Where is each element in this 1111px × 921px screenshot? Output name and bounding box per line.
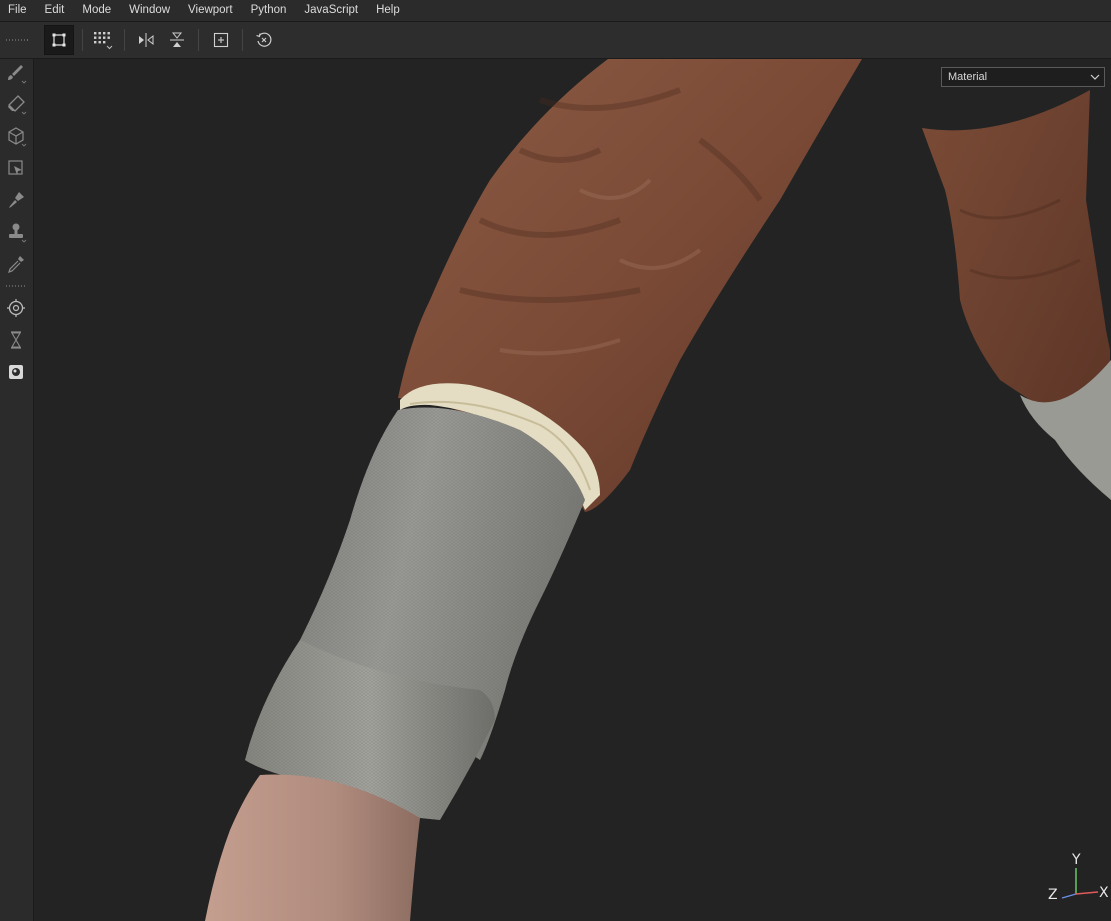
toolbar [0,22,1111,59]
reset-camera-icon [256,32,272,47]
clone-stamp-tool-button[interactable] [4,220,28,244]
bake-icon [11,331,21,349]
physics-icon [7,299,25,317]
mirror-y-button[interactable] [162,25,192,55]
selection-mode-button[interactable] [44,25,74,55]
shading-mode-dropdown[interactable]: Material [941,67,1105,87]
color-picker-tool-button[interactable] [4,252,28,276]
eraser-icon [8,95,27,115]
chevron-down-icon [1090,74,1100,80]
menu-window[interactable]: Window [120,0,179,21]
bake-tool-button[interactable] [4,328,28,352]
physics-tool-button[interactable] [4,296,28,320]
smudge-tool-button[interactable] [4,188,28,212]
axis-z-label: Z [1048,887,1058,903]
grid-select-button[interactable] [88,25,118,55]
axis-y-label: Y [1072,852,1081,868]
brush-icon [8,65,27,84]
toolbar-separator [82,29,83,51]
frame-selection-icon [213,32,229,48]
menu-javascript[interactable]: JavaScript [295,0,367,21]
menu-file[interactable]: File [0,0,36,21]
toolbar-separator [124,29,125,51]
toolbar-separator [242,29,243,51]
menu-viewport[interactable]: Viewport [179,0,242,21]
model-render [205,59,1111,921]
frame-selection-button[interactable] [206,25,236,55]
mirror-x-button[interactable] [131,25,161,55]
clone-stamp-icon [9,223,27,243]
smudge-icon [9,192,24,208]
reset-camera-button[interactable] [249,25,279,55]
eraser-tool-button[interactable] [4,92,28,116]
tool-strip-separator [6,285,27,287]
menu-help[interactable]: Help [367,0,409,21]
brush-tool-button[interactable] [4,61,28,85]
material-picker-icon [9,365,23,379]
axis-gizmo[interactable]: Y X Z [1040,852,1111,912]
menu-edit[interactable]: Edit [36,0,74,21]
3d-viewport[interactable]: Y X Z [34,59,1111,921]
mirror-y-icon [170,32,184,47]
mirror-x-icon [139,33,154,47]
projection-tool-button[interactable] [4,124,28,148]
tool-strip-grip[interactable] [6,39,27,41]
grid-select-icon [94,32,113,50]
projection-icon [8,127,27,147]
menu-mode[interactable]: Mode [73,0,120,21]
menu-bar: File Edit Mode Window Viewport Python Ja… [0,0,1111,22]
polygon-fill-tool-button[interactable] [4,156,28,180]
selection-mode-icon [52,33,66,47]
material-picker-tool-button[interactable] [4,360,28,384]
color-picker-icon [8,256,24,273]
toolbar-separator [198,29,199,51]
shading-mode-value: Material [948,71,988,83]
polygon-fill-icon [8,160,23,175]
tool-strip [0,39,34,921]
axis-x-label: X [1099,885,1109,901]
menu-python[interactable]: Python [242,0,296,21]
